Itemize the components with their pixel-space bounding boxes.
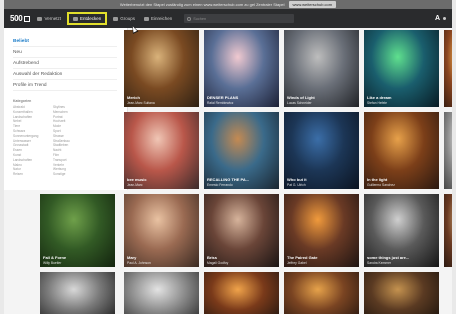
photo-caption: DENSER PLANS Rafal Rembiewicz [207,95,238,105]
logo-square-icon [24,15,31,22]
photo-author: Willy Buetler [43,260,62,265]
user-avatar[interactable]: A [435,15,440,22]
category-item[interactable]: Sonstige [53,172,89,177]
nav-label: Groups [120,16,135,21]
category-list: Abstrakt Skylines Konzerthallen Menschen Lan… [13,105,127,177]
photo-caption: RECALLING THE PA... Ernesto Ferrando [207,177,249,187]
sidebar: Beliebt Neu Aufstrebend Auswahl der Reda… [4,28,128,190]
photo-author: Paul A. Johnson [127,260,151,265]
photo-tile[interactable]: The Paired Gate Jeffrey Gabel [284,194,359,267]
photo-author: Jean-Marc [127,182,143,187]
photo-tile[interactable]: bee music Jean-Marc [124,112,199,189]
photo-author: Jeffrey Gabel [287,260,307,265]
photo-tile[interactable]: RECALLING THE PA... Ernesto Ferrando [204,112,279,189]
discover-icon [72,16,78,21]
photo-tile[interactable] [124,272,199,314]
logo-text: 500 [10,14,23,23]
photo-tile[interactable]: some things just are... Sandra Kemmer [364,194,439,267]
photo-tile[interactable]: Briss Magali Godfoy [204,194,279,267]
search-icon [187,16,192,21]
photo-caption: Briss Magali Godfoy [207,255,229,265]
nav-label: Entdecken [79,16,102,21]
photo-caption: Winds of Light Lucas Schneider [287,95,315,105]
photo-author: Jean-Marc Sultana [127,100,155,105]
photo-tile[interactable]: In the light Guillermo Sanchez [364,112,439,189]
photo-author: Guillermo Sanchez [367,182,395,187]
menu-dot-icon[interactable] [443,17,446,20]
categories-heading: Kategorien [13,99,32,103]
photo-tile[interactable]: Like a dream Stefan Hefele [364,30,439,107]
top-navigation: 500 Vernetzt Entdecken Groups Einreichen… [4,9,452,28]
photo-tile[interactable]: Mary Paul A. Johnson [124,194,199,267]
search-placeholder: Suchen [193,16,207,21]
photo-caption: Mary Paul A. Johnson [127,255,151,265]
photo-caption: Fall & Forne Willy Buetler [43,255,66,265]
sidebar-item-neu[interactable]: Neu [13,47,117,58]
nav-vernetzt[interactable]: Vernetzt [34,12,64,25]
notice-button[interactable]: www.weiterschub.com [288,1,337,8]
photo-tile[interactable] [204,272,279,314]
photo-tile[interactable] [284,272,359,314]
photo-tile[interactable]: DENSER PLANS Rafal Rembiewicz [204,30,279,107]
nav-entdecken[interactable]: Entdecken [66,12,108,25]
notice-bar: Weiterbenutzt den Stapel zuständig zum e… [4,0,452,9]
photo-author: Magali Godfoy [207,260,229,265]
sidebar-item-profile[interactable]: Profile im Trend [13,80,117,91]
photo-tile[interactable]: Merich Jean-Marc Sultana [124,30,199,107]
photo-tile[interactable] [40,272,115,314]
photo-tile[interactable] [444,194,452,267]
logo[interactable]: 500 [10,14,31,23]
photo-author: Stefan Hefele [367,100,387,105]
category-item[interactable]: Reisen [13,172,49,177]
photo-author: Ernesto Ferrando [207,182,233,187]
photo-caption: bee music Jean-Marc [127,177,147,187]
photo-author: Sandra Kemmer [367,260,392,265]
photo-tile[interactable]: Winds of Light Lucas Schneider [284,30,359,107]
browser-frame: Weiterbenutzt den Stapel zuständig zum e… [4,0,452,314]
photo-tile[interactable] [444,30,452,107]
photo-caption: some things just are... Sandra Kemmer [367,255,409,265]
photo-caption: In the light Guillermo Sanchez [367,177,395,187]
sidebar-item-aufstrebend[interactable]: Aufstrebend [13,58,117,69]
nav-einreichen[interactable]: Einreichen [141,12,175,25]
nav-label: Vernetzt [44,16,61,21]
notice-text: Weiterbenutzt den Stapel zuständig zum e… [119,2,285,7]
photo-author: Rafal Rembiewicz [207,100,234,105]
photo-caption: Who but it Pat G. Ulrich [287,177,307,187]
search-input[interactable]: Suchen [184,14,295,23]
photo-caption: The Paired Gate Jeffrey Gabel [287,255,317,265]
photo-author: Lucas Schneider [287,100,312,105]
photo-tile[interactable]: Who but it Pat G. Ulrich [284,112,359,189]
photo-tile[interactable] [364,272,439,314]
nav-groups[interactable]: Groups [110,12,138,25]
sidebar-item-auswahl[interactable]: Auswahl der Redaktion [13,69,117,80]
photo-tile[interactable]: Fall & Forne Willy Buetler [40,194,115,267]
upload-icon [144,16,149,21]
photo-caption: Like a dream Stefan Hefele [367,95,391,105]
photo-tile[interactable] [444,112,452,189]
nav-label: Einreichen [151,16,173,21]
groups-icon [113,16,119,21]
photo-author: Pat G. Ulrich [287,182,306,187]
home-icon [37,16,43,21]
photo-caption: Merich Jean-Marc Sultana [127,95,155,105]
sidebar-item-beliebt[interactable]: Beliebt [13,36,117,47]
